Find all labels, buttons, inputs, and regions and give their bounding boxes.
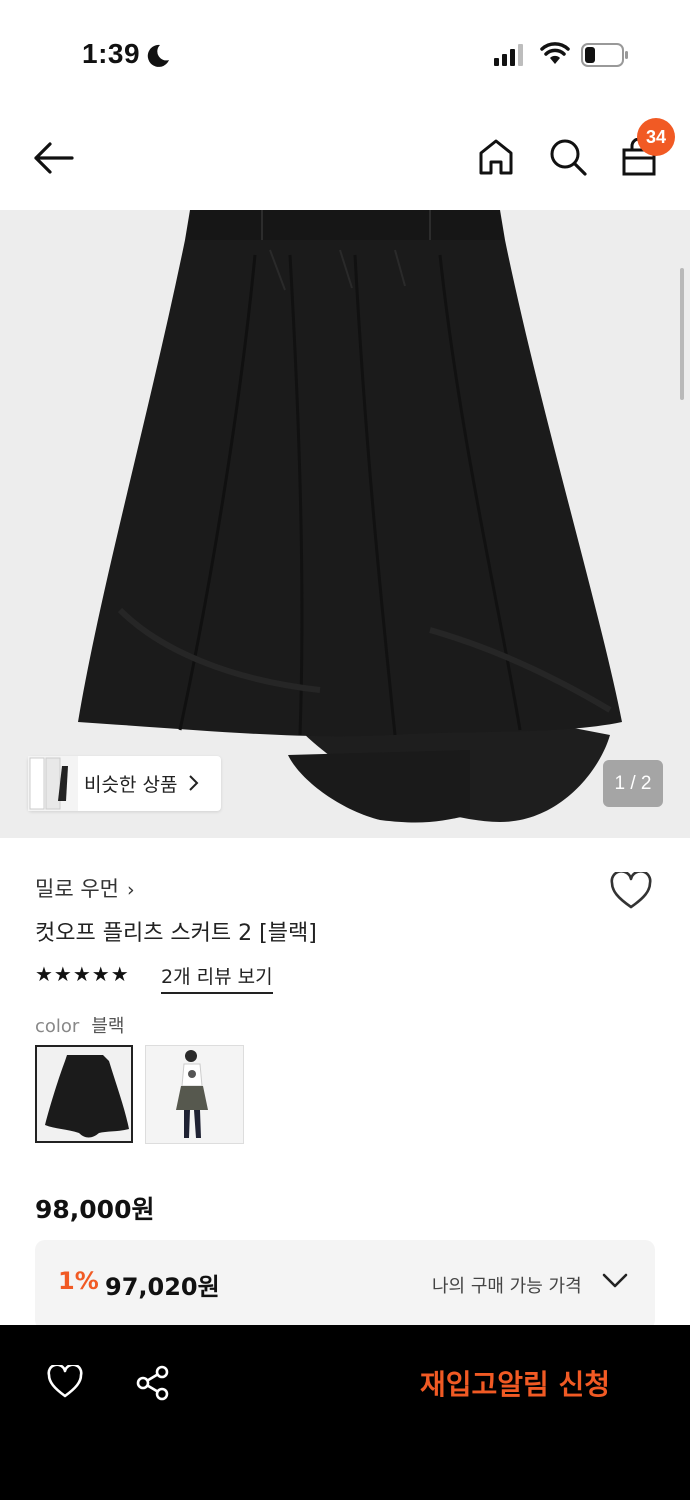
review-link[interactable]: 2개 리뷰 보기 [161, 962, 273, 994]
color-value: 블랙 [91, 1016, 125, 1037]
share-icon[interactable] [135, 1365, 171, 1405]
app-header: 34 [0, 110, 690, 210]
original-price: 98,000원 [35, 1195, 155, 1224]
product-image-gallery[interactable]: 비슷한 상품 1 / 2 [0, 210, 690, 838]
moon-icon [146, 43, 170, 73]
home-icon[interactable] [478, 138, 514, 180]
product-title: 컷오프 플리츠 스커트 2 [블랙] [35, 921, 317, 946]
color-label: color [35, 1016, 80, 1037]
similar-thumbnails [28, 756, 78, 811]
chevron-right-icon: › [126, 879, 135, 901]
cart-count-badge: 34 [637, 118, 675, 156]
battery-icon [581, 43, 629, 71]
brand-name: 밀로 우먼 [35, 877, 119, 901]
restock-alert-button[interactable]: 재입고알림 신청 [420, 1363, 610, 1403]
similar-products-button[interactable]: 비슷한 상품 [28, 756, 221, 811]
heart-icon[interactable] [610, 870, 652, 914]
my-price-label: 나의 구매 가능 가격 [432, 1276, 582, 1297]
back-icon[interactable] [32, 140, 74, 180]
chevron-down-icon [602, 1272, 628, 1294]
heart-icon[interactable] [47, 1363, 83, 1403]
wifi-icon [540, 42, 570, 70]
similar-products-label: 비슷한 상품 [84, 774, 178, 796]
status-time: 1:39 [82, 38, 141, 69]
signal-icon [494, 44, 526, 70]
model-photo-swatch[interactable] [145, 1045, 244, 1144]
product-image [78, 210, 622, 823]
color-swatch-selected[interactable] [35, 1045, 133, 1143]
brand-link[interactable]: 밀로 우먼 › [35, 873, 135, 903]
my-price-box[interactable]: 1% 97,020원 나의 구매 가능 가격 [35, 1240, 655, 1330]
status-bar: 1:39 [0, 0, 690, 110]
page-indicator: 1 / 2 [603, 760, 663, 807]
chevron-right-icon [188, 774, 200, 796]
bottom-action-bar: 재입고알림 신청 [0, 1325, 690, 1500]
discount-rate: 1% [58, 1267, 99, 1295]
search-icon[interactable] [549, 138, 587, 180]
scroll-indicator [680, 268, 684, 400]
color-row: color 블랙 [35, 1012, 124, 1038]
rating-stars: ★★★★★ [35, 962, 130, 986]
discount-price: 97,020원 [105, 1273, 220, 1301]
